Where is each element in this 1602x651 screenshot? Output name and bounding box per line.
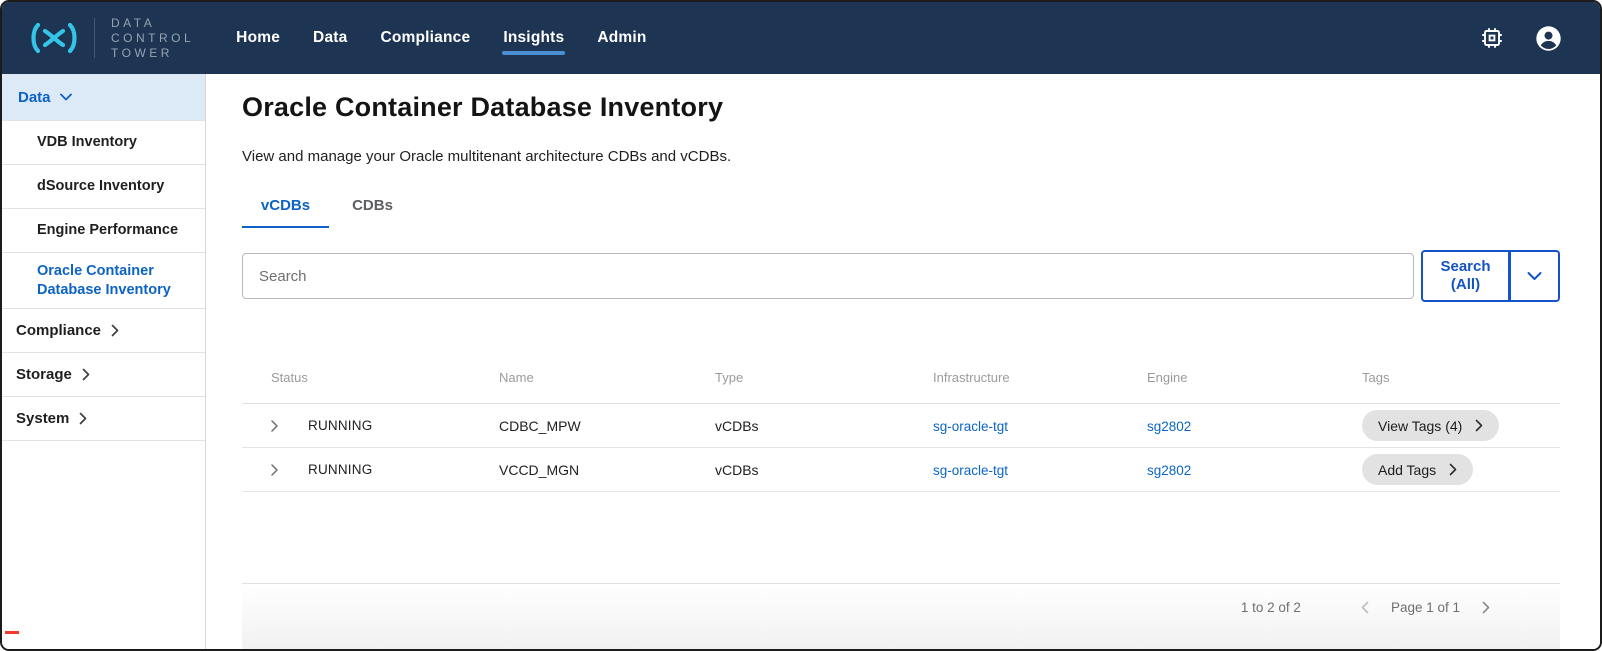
- logo-divider: [94, 18, 95, 58]
- content-spacer: [242, 492, 1560, 583]
- infrastructure-link[interactable]: sg-oracle-tgt: [933, 463, 1008, 478]
- chevron-right-icon: [271, 420, 278, 432]
- nav-item-admin[interactable]: Admin: [597, 19, 646, 57]
- chevron-right-icon: [111, 324, 119, 337]
- sidebar-section-data[interactable]: Data: [2, 74, 205, 120]
- search-button-line1: Search: [1440, 258, 1490, 275]
- sidebar-section-label: Compliance: [16, 322, 101, 339]
- table-row: RUNNING VCCD_MGN vCDBs sg-oracle-tgt sg2…: [242, 448, 1560, 492]
- chevron-left-icon: [1361, 601, 1369, 614]
- row-expand-button[interactable]: [271, 464, 308, 476]
- nav-item-compliance[interactable]: Compliance: [380, 19, 470, 57]
- cdb-table: Status Name Type Infrastructure Engine T…: [242, 356, 1560, 492]
- row-expand-button[interactable]: [271, 420, 308, 432]
- chevron-down-icon: [60, 93, 72, 101]
- cell-status: RUNNING: [308, 462, 499, 477]
- delphix-x-logo-icon: [28, 20, 80, 56]
- cell-name: CDBC_MPW: [499, 418, 715, 434]
- sidebar-section-storage[interactable]: Storage: [2, 353, 205, 397]
- nav-item-data[interactable]: Data: [313, 19, 347, 57]
- developer-board-icon[interactable]: [1480, 26, 1504, 50]
- chevron-right-icon: [1449, 463, 1457, 476]
- sidebar-item-engine-performance[interactable]: Engine Performance: [2, 209, 205, 253]
- search-all-button[interactable]: Search(All): [1421, 250, 1510, 302]
- table-header-row: Status Name Type Infrastructure Engine T…: [242, 356, 1560, 404]
- infrastructure-link[interactable]: sg-oracle-tgt: [933, 419, 1008, 434]
- column-header-name: Name: [499, 370, 715, 385]
- main-content: Oracle Container Database Inventory View…: [206, 74, 1600, 649]
- search-bar: Search(All): [242, 250, 1560, 302]
- chevron-right-icon: [1482, 601, 1490, 614]
- tab-vcdbs[interactable]: vCDBs: [242, 191, 329, 228]
- logo-wordmark: DATA CONTROL TOWER: [111, 16, 194, 61]
- nav-item-insights[interactable]: Insights: [503, 19, 564, 57]
- column-header-status: Status: [271, 370, 499, 385]
- tab-bar: vCDBs CDBs: [242, 191, 1560, 228]
- app-logo: DATA CONTROL TOWER: [28, 16, 194, 61]
- chevron-down-icon: [1527, 271, 1542, 281]
- cell-type: vCDBs: [715, 418, 933, 434]
- page-title: Oracle Container Database Inventory: [242, 92, 1560, 123]
- sidebar-item-label: dSource Inventory: [37, 177, 164, 196]
- view-tags-label: View Tags (4): [1378, 418, 1462, 434]
- sidebar-section-compliance[interactable]: Compliance: [2, 309, 205, 353]
- app-window: DATA CONTROL TOWER Home Data Compliance …: [0, 0, 1602, 651]
- cell-name: VCCD_MGN: [499, 462, 715, 478]
- add-tags-label: Add Tags: [1378, 462, 1436, 478]
- add-tags-button[interactable]: Add Tags: [1362, 454, 1473, 485]
- column-header-tags: Tags: [1362, 370, 1560, 385]
- nav-item-home[interactable]: Home: [236, 19, 280, 57]
- column-header-type: Type: [715, 370, 933, 385]
- search-input[interactable]: [242, 253, 1414, 299]
- main-nav: Home Data Compliance Insights Admin: [236, 19, 646, 57]
- sidebar-item-oracle-container-database-inventory[interactable]: Oracle Container Database Inventory: [2, 253, 205, 309]
- view-tags-button[interactable]: View Tags (4): [1362, 410, 1499, 441]
- search-button-line2: (All): [1451, 276, 1480, 293]
- table-row: RUNNING CDBC_MPW vCDBs sg-oracle-tgt sg2…: [242, 404, 1560, 448]
- chevron-right-icon: [82, 368, 90, 381]
- sidebar-item-vdb-inventory[interactable]: VDB Inventory: [2, 121, 205, 165]
- tab-cdbs[interactable]: CDBs: [329, 191, 416, 228]
- column-header-engine: Engine: [1147, 370, 1362, 385]
- sidebar-item-label: Engine Performance: [37, 221, 178, 240]
- sidebar-item-label: VDB Inventory: [37, 133, 137, 152]
- search-options-dropdown-button[interactable]: [1510, 250, 1560, 302]
- sidebar-item-label: Oracle Container Database Inventory: [37, 262, 191, 300]
- previous-page-button[interactable]: [1353, 601, 1377, 614]
- page-subtitle: View and manage your Oracle multitenant …: [242, 148, 1560, 165]
- column-header-infrastructure: Infrastructure: [933, 370, 1147, 385]
- sidebar-section-label: System: [16, 410, 69, 427]
- engine-link[interactable]: sg2802: [1147, 463, 1191, 478]
- table-footer: 1 to 2 of 2 Page 1 of 1: [242, 583, 1560, 649]
- sidebar-section-label: Storage: [16, 366, 72, 383]
- navbar-right: [1480, 25, 1576, 52]
- page-label: Page 1 of 1: [1391, 600, 1460, 615]
- chevron-right-icon: [271, 464, 278, 476]
- sidebar-section-data-label: Data: [18, 89, 51, 106]
- red-marker: [5, 631, 19, 634]
- cell-type: vCDBs: [715, 462, 933, 478]
- next-page-button[interactable]: [1474, 601, 1498, 614]
- engine-link[interactable]: sg2802: [1147, 419, 1191, 434]
- sidebar: Data VDB Inventory dSource Inventory Eng…: [2, 74, 206, 649]
- chevron-right-icon: [79, 412, 87, 425]
- chevron-right-icon: [1475, 419, 1483, 432]
- cell-status: RUNNING: [308, 418, 499, 433]
- row-range-label: 1 to 2 of 2: [1241, 600, 1301, 615]
- account-circle-icon[interactable]: [1535, 25, 1562, 52]
- sidebar-item-dsource-inventory[interactable]: dSource Inventory: [2, 165, 205, 209]
- top-navbar: DATA CONTROL TOWER Home Data Compliance …: [2, 2, 1600, 74]
- sidebar-section-system[interactable]: System: [2, 397, 205, 441]
